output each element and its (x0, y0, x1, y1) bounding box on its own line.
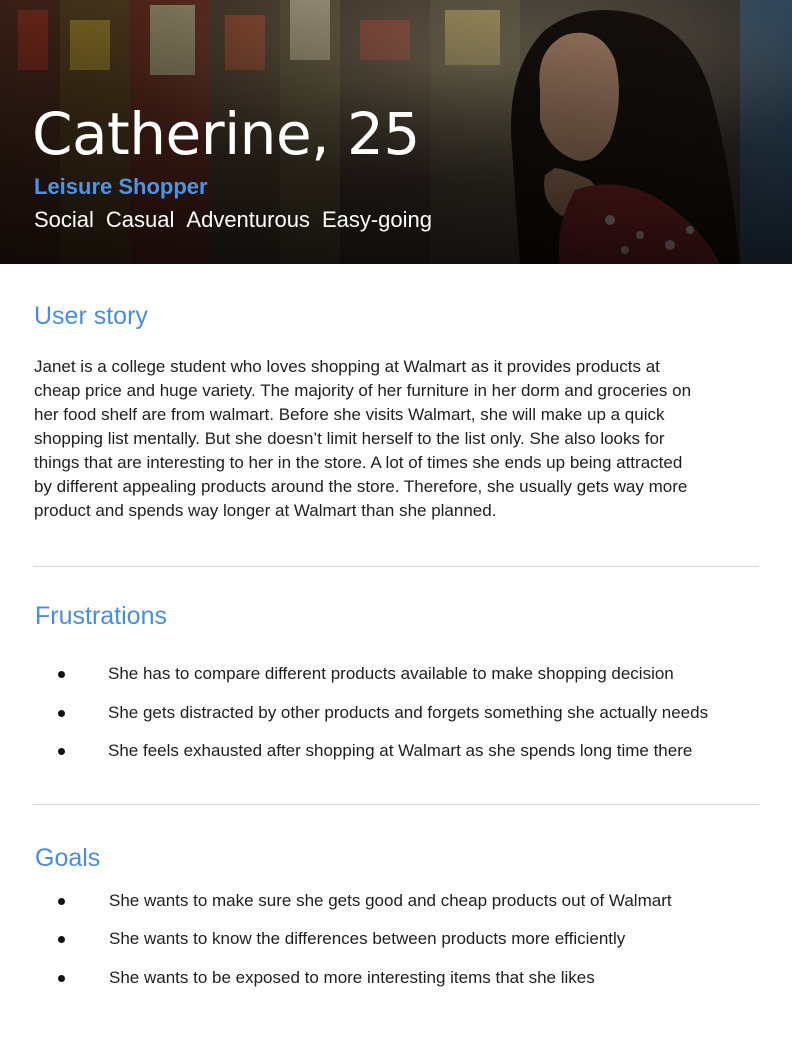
bullet-icon (58, 748, 65, 755)
user-story-text: Janet is a college student who loves sho… (34, 355, 754, 523)
story-line: Janet is a college student who loves sho… (34, 357, 660, 376)
story-line: her food shelf are from walmart. Before … (34, 405, 665, 424)
list-item-text: She wants to make sure she gets good and… (109, 891, 672, 910)
story-line: by different appealing products around t… (34, 477, 688, 496)
story-line: cheap price and huge variety. The majori… (34, 381, 692, 400)
user-story-heading: User story (34, 302, 148, 330)
bullet-icon (58, 710, 65, 717)
story-line: things that are interesting to her in th… (34, 453, 683, 472)
bullet-icon (58, 898, 65, 905)
list-item: She has to compare different products av… (0, 661, 792, 687)
frustrations-heading: Frustrations (35, 602, 167, 630)
trait: Easy-going (321, 207, 433, 232)
list-item: She wants to make sure she gets good and… (0, 888, 792, 914)
list-item: She feels exhausted after shopping at Wa… (0, 738, 792, 764)
list-item: She gets distracted by other products an… (0, 700, 792, 726)
list-item-text: She wants to know the differences betwee… (109, 929, 626, 948)
list-item: She wants to know the differences betwee… (0, 926, 792, 952)
goals-heading: Goals (35, 844, 101, 872)
trait: Social (34, 207, 94, 232)
trait: Adventurous (186, 207, 310, 232)
bullet-icon (58, 671, 65, 678)
trait: Casual (105, 207, 175, 232)
list-item-text: She wants to be exposed to more interest… (109, 968, 595, 987)
persona-traits: Social Casual Adventurous Easy-going (34, 206, 432, 234)
list-item: She wants to be exposed to more interest… (0, 965, 792, 991)
bullet-icon (58, 975, 65, 982)
persona-role: Leisure Shopper (34, 174, 208, 199)
hero-text: Catherine, 25 Leisure Shopper Social Cas… (0, 0, 792, 264)
list-item-text: She has to compare different products av… (108, 664, 674, 683)
persona-hero: Catherine, 25 Leisure Shopper Social Cas… (0, 0, 792, 264)
section-divider (33, 566, 759, 567)
story-line: shopping list mentally. But she doesn’t … (34, 429, 665, 448)
story-line: product and spends way longer at Walmart… (34, 501, 497, 520)
persona-name: Catherine, 25 (32, 100, 420, 168)
section-divider (33, 804, 759, 805)
bullet-icon (58, 936, 65, 943)
list-item-text: She gets distracted by other products an… (108, 703, 709, 722)
list-item-text: She feels exhausted after shopping at Wa… (108, 741, 693, 760)
